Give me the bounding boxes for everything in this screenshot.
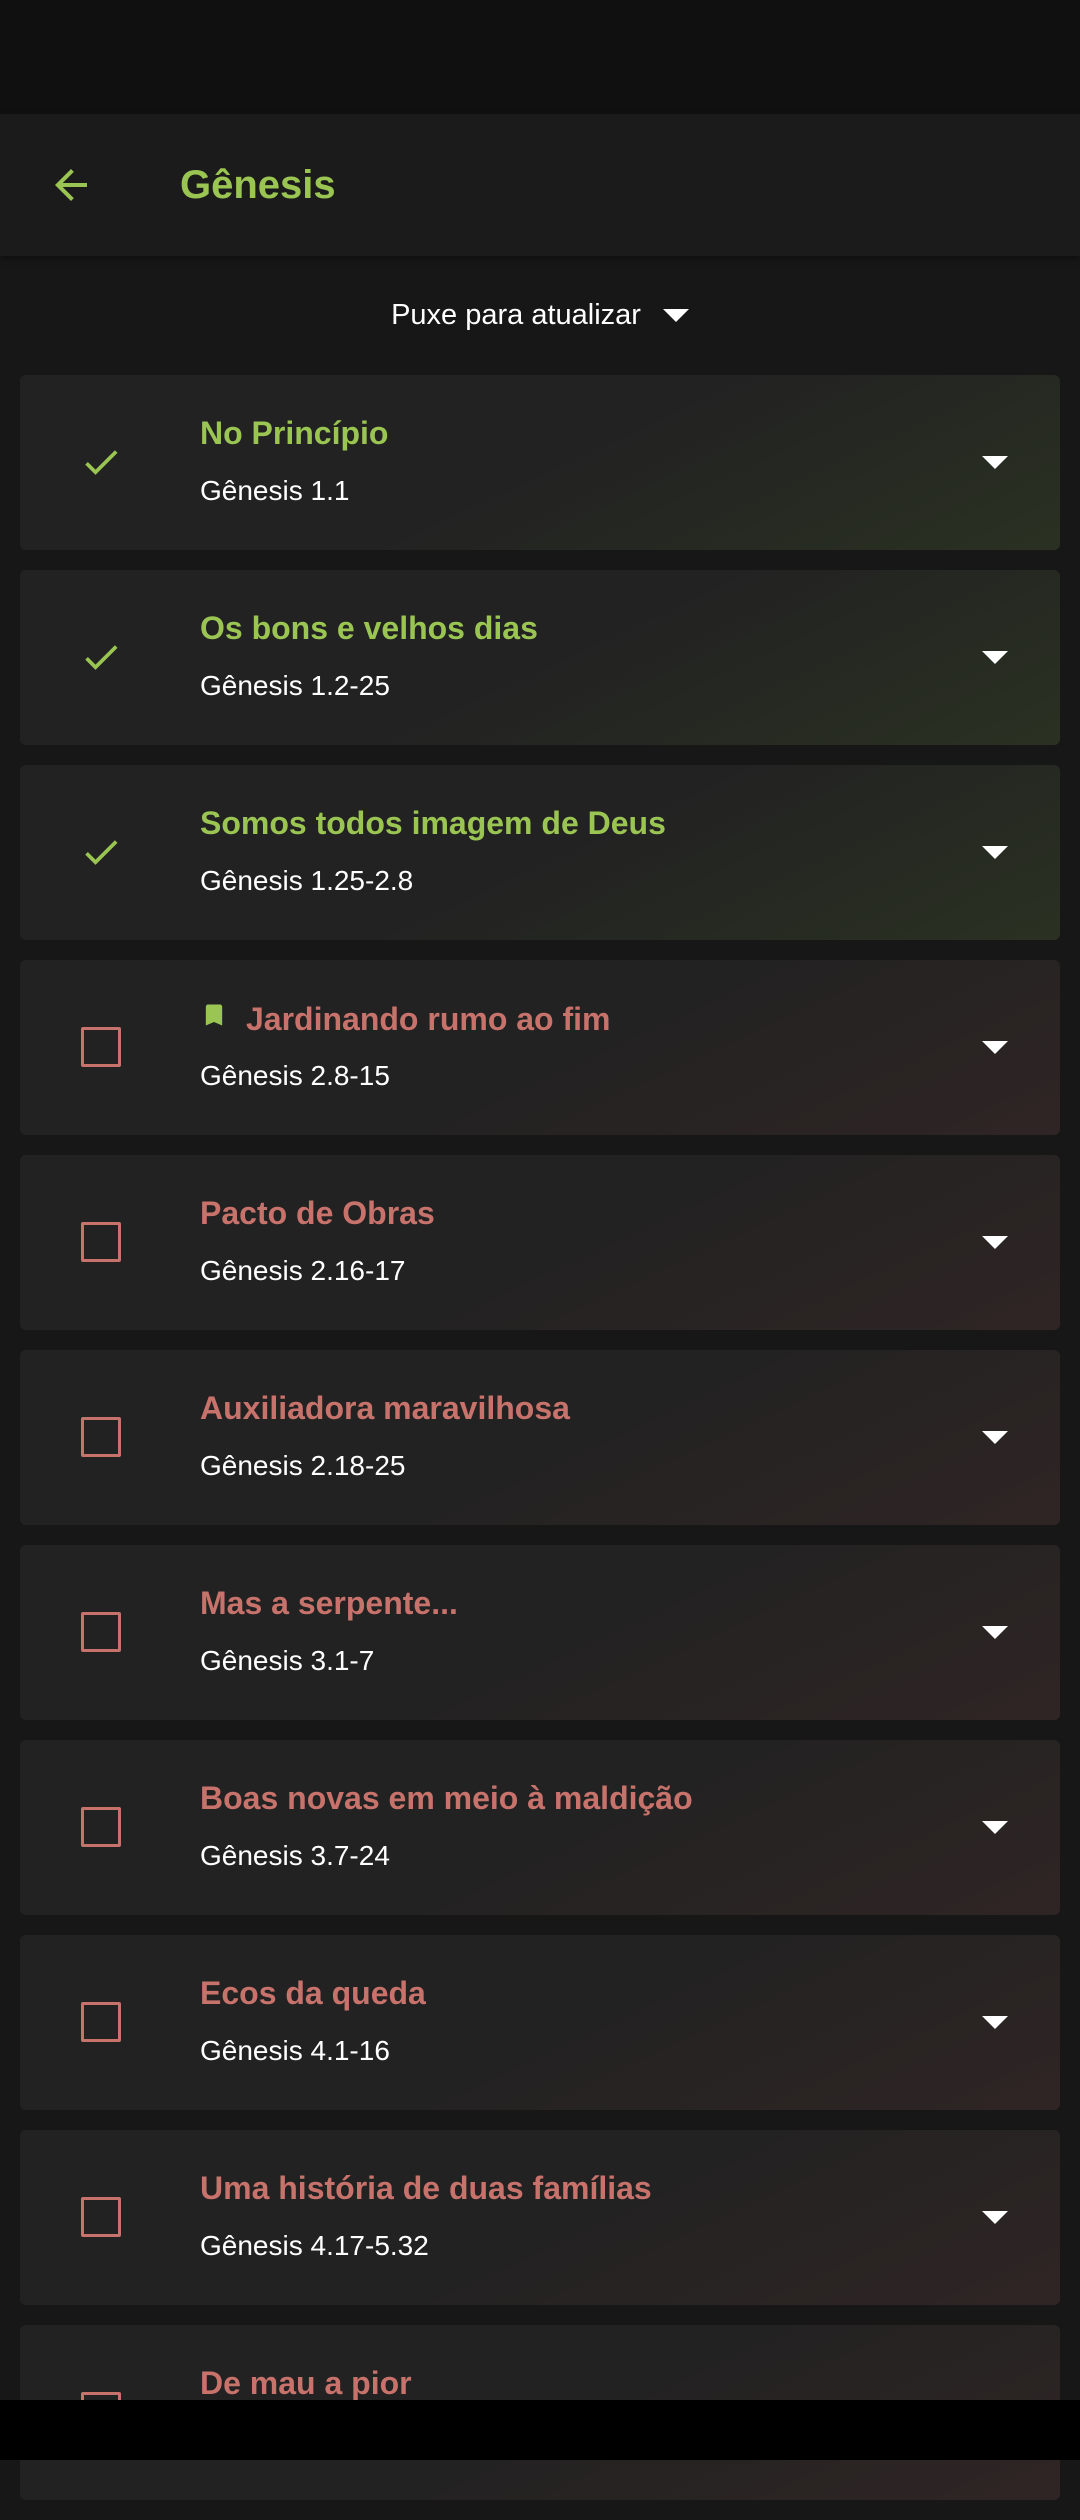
checkbox[interactable]: [76, 1412, 126, 1462]
checkbox[interactable]: [76, 1022, 126, 1072]
expand-button[interactable]: [970, 1022, 1020, 1072]
checkbox-empty-icon: [81, 2002, 121, 2042]
navigation-bar: [0, 2400, 1080, 2460]
expand-button[interactable]: [970, 1412, 1020, 1462]
checkbox-empty-icon: [81, 1807, 121, 1847]
checkmark-icon[interactable]: [76, 827, 126, 877]
checkbox[interactable]: [76, 1607, 126, 1657]
lesson-title-text: No Princípio: [200, 415, 389, 451]
lesson-title-text: Auxiliadora maravilhosa: [200, 1390, 570, 1426]
lesson-card[interactable]: Boas novas em meio à maldição Gênesis 3.7…: [20, 1740, 1060, 1915]
caret-down-icon: [982, 1820, 1008, 1834]
caret-down-icon: [982, 455, 1008, 469]
checkbox[interactable]: [76, 1217, 126, 1267]
lesson-title-text: Boas novas em meio à maldição: [200, 1780, 693, 1816]
lesson-list: No Princípio Gênesis 1.1 Os bons e velhos …: [20, 375, 1060, 2520]
lesson-reference: Gênesis 1.1: [200, 475, 350, 506]
lesson-title: Pacto de Obras: [200, 1195, 435, 1232]
bookmark-icon: [200, 1000, 228, 1038]
pull-to-refresh[interactable]: Puxe para atualizar: [0, 285, 1080, 345]
lesson-title-text: Uma história de duas famílias: [200, 2170, 652, 2206]
app-bar: Gênesis: [0, 114, 1080, 256]
lesson-title-text: De mau a pior: [200, 2365, 412, 2401]
lesson-title: Uma história de duas famílias: [200, 2170, 652, 2207]
lesson-card[interactable]: Mas a serpente... Gênesis 3.1-7: [20, 1545, 1060, 1720]
checkbox[interactable]: [76, 1997, 126, 2047]
arrow-left-icon: [55, 169, 87, 201]
lesson-title-text: Jardinando rumo ao fim: [246, 1000, 611, 1037]
lesson-title: Auxiliadora maravilhosa: [200, 1390, 570, 1427]
lesson-reference: Gênesis 3.1-7: [200, 1645, 375, 1676]
lesson-reference: Gênesis 4.1-16: [200, 2035, 390, 2066]
lesson-reference: Gênesis 3.7-24: [200, 1840, 390, 1871]
checkbox-empty-icon: [81, 1417, 121, 1457]
lesson-card[interactable]: Ecos da queda Gênesis 4.1-16: [20, 1935, 1060, 2110]
checkbox-empty-icon: [81, 1027, 121, 1067]
expand-button[interactable]: [970, 632, 1020, 682]
lesson-title: No Princípio: [200, 415, 388, 452]
caret-down-icon: [982, 1040, 1008, 1054]
checkmark-icon[interactable]: [76, 437, 126, 487]
lesson-reference: Gênesis 4.17-5.32: [200, 2230, 429, 2261]
checkbox[interactable]: [76, 2192, 126, 2242]
lesson-reference: Gênesis 2.8-15: [200, 1060, 390, 1091]
expand-button[interactable]: [970, 2192, 1020, 2242]
lesson-title-text: Pacto de Obras: [200, 1195, 435, 1231]
expand-button[interactable]: [970, 827, 1020, 877]
caret-down-icon: [982, 845, 1008, 859]
lesson-card[interactable]: Uma história de duas famílias Gênesis 4.1…: [20, 2130, 1060, 2305]
expand-button[interactable]: [970, 1217, 1020, 1267]
lesson-title: De mau a pior: [200, 2365, 412, 2402]
lesson-reference: Gênesis 1.25-2.8: [200, 865, 414, 896]
checkbox-empty-icon: [81, 1222, 121, 1262]
caret-down-icon: [982, 1235, 1008, 1249]
lesson-card[interactable]: Os bons e velhos dias Gênesis 1.2-25: [20, 570, 1060, 745]
caret-down-icon: [982, 1625, 1008, 1639]
lesson-title-text: Mas a serpente...: [200, 1585, 458, 1621]
back-button[interactable]: [38, 152, 104, 218]
lesson-card[interactable]: Somos todos imagem de Deus Gênesis 1.25-2…: [20, 765, 1060, 940]
lesson-reference: Gênesis 1.2-25: [200, 670, 390, 701]
lesson-reference: Gênesis 2.16-17: [200, 1255, 406, 1286]
checkmark-icon[interactable]: [76, 632, 126, 682]
caret-down-icon: [982, 2210, 1008, 2224]
lesson-title-text: Os bons e velhos dias: [200, 610, 538, 646]
lesson-title: Ecos da queda: [200, 1975, 426, 2012]
expand-button[interactable]: [970, 437, 1020, 487]
expand-button[interactable]: [970, 1802, 1020, 1852]
page-title: Gênesis: [180, 163, 336, 207]
caret-down-icon: [982, 1430, 1008, 1444]
lesson-title: Mas a serpente...: [200, 1585, 458, 1622]
lesson-title-text: Ecos da queda: [200, 1975, 426, 2011]
caret-down-icon: [982, 2015, 1008, 2029]
lesson-title: Os bons e velhos dias: [200, 610, 538, 647]
checkbox[interactable]: [76, 1802, 126, 1852]
lesson-card[interactable]: Auxiliadora maravilhosa Gênesis 2.18-25: [20, 1350, 1060, 1525]
lesson-reference: Gênesis 2.18-25: [200, 1450, 406, 1481]
lesson-title: Somos todos imagem de Deus: [200, 805, 666, 842]
expand-button[interactable]: [970, 1997, 1020, 2047]
caret-down-icon: [662, 308, 689, 322]
lesson-title: Jardinando rumo ao fim: [200, 1000, 610, 1038]
caret-down-icon: [982, 650, 1008, 664]
lesson-card[interactable]: Pacto de Obras Gênesis 2.16-17: [20, 1155, 1060, 1330]
checkbox-empty-icon: [81, 1612, 121, 1652]
status-bar: [0, 0, 1080, 114]
expand-button[interactable]: [970, 1607, 1020, 1657]
lesson-title-text: Somos todos imagem de Deus: [200, 805, 666, 841]
refresh-label: Puxe para atualizar: [391, 298, 641, 331]
checkbox-empty-icon: [81, 2197, 121, 2237]
lesson-card[interactable]: Jardinando rumo ao fim Gênesis 2.8-15: [20, 960, 1060, 1135]
lesson-card[interactable]: No Princípio Gênesis 1.1: [20, 375, 1060, 550]
lesson-title: Boas novas em meio à maldição: [200, 1780, 693, 1817]
